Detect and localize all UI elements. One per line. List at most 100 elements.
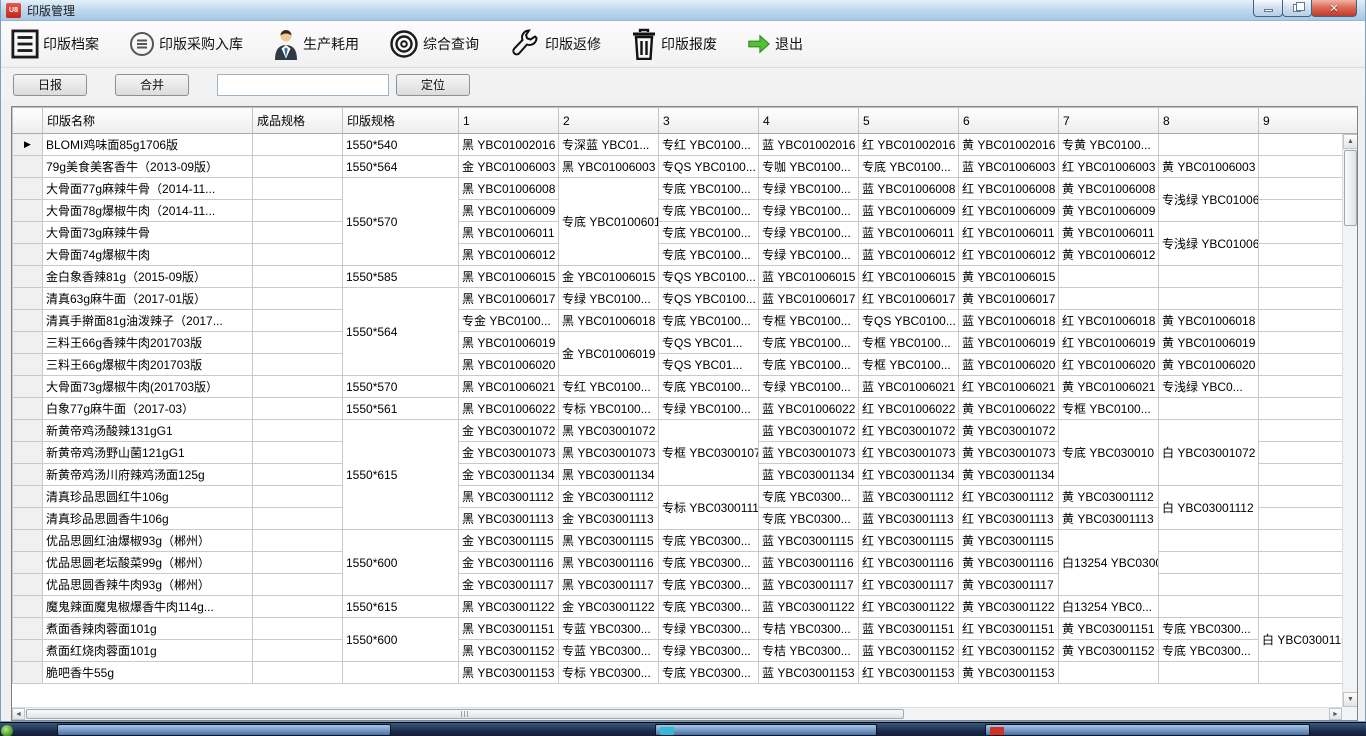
table-cell[interactable]: 红 YBC01006008 — [959, 178, 1059, 200]
table-cell[interactable]: 黑 YBC03001153 — [459, 662, 559, 684]
column-header[interactable]: 5 — [859, 108, 959, 134]
table-cell[interactable]: 蓝 YBC03001073 — [759, 442, 859, 464]
table-cell[interactable]: 专红 YBC0100... — [559, 376, 659, 398]
selector-header[interactable] — [13, 108, 43, 134]
table-cell[interactable] — [253, 662, 343, 684]
table-cell[interactable]: 红 YBC03001073 — [859, 442, 959, 464]
table-cell[interactable]: 黑 YBC03001151 — [459, 618, 559, 640]
table-cell[interactable]: 蓝 YBC01006015 — [759, 266, 859, 288]
row-selector[interactable] — [13, 200, 43, 222]
table-cell[interactable] — [1159, 596, 1259, 618]
table-cell[interactable] — [253, 420, 343, 442]
table-cell[interactable]: 红 YBC01006003 — [1059, 156, 1159, 178]
table-cell[interactable]: 蓝 YBC01006003 — [959, 156, 1059, 178]
table-cell[interactable]: 黄 YBC01006015 — [959, 266, 1059, 288]
table-cell[interactable]: 专绿 YBC0100... — [759, 222, 859, 244]
table-cell[interactable]: 专底 YBC0300... — [659, 552, 759, 574]
table-cell[interactable] — [253, 354, 343, 376]
row-selector[interactable] — [13, 178, 43, 200]
table-cell[interactable]: 蓝 YBC03001153 — [759, 662, 859, 684]
table-cell[interactable]: 红 YBC03001113 — [959, 508, 1059, 530]
row-selector[interactable] — [13, 376, 43, 398]
table-cell[interactable]: 优品思圆红油爆椒93g（郴州） — [43, 530, 253, 552]
table-cell[interactable]: 黄 YBC03001122 — [959, 596, 1059, 618]
toolbar-item-query[interactable]: 综合查询 — [389, 29, 479, 59]
table-cell[interactable]: 金 YBC03001073 — [459, 442, 559, 464]
row-selector[interactable] — [13, 266, 43, 288]
table-cell[interactable]: 蓝 YBC03001122 — [759, 596, 859, 618]
table-cell[interactable]: 金 YBC03001122 — [559, 596, 659, 618]
table-cell[interactable]: 黄 YBC01006020 — [1159, 354, 1259, 376]
table-cell[interactable]: 1550*570 — [343, 178, 459, 266]
table-cell[interactable]: 专标 YBC0100... — [559, 398, 659, 420]
vertical-scrollbar[interactable]: ▲ ▼ — [1342, 134, 1357, 707]
table-cell[interactable]: 专底 YBC0300... — [759, 508, 859, 530]
table-cell[interactable]: 红 YBC01002016 — [859, 134, 959, 156]
table-cell[interactable]: 蓝 YBC03001115 — [759, 530, 859, 552]
table-cell[interactable]: 金 YBC03001134 — [459, 464, 559, 486]
table-cell[interactable]: 专底 YBC0100... — [759, 354, 859, 376]
table-cell[interactable]: 红 YBC01006011 — [959, 222, 1059, 244]
table-cell[interactable]: 蓝 YBC03001134 — [759, 464, 859, 486]
table-cell[interactable]: 蓝 YBC01006012 — [859, 244, 959, 266]
table-cell[interactable]: 煮面红烧肉蓉面101g — [43, 640, 253, 662]
table-cell[interactable]: 脆吧香牛55g — [43, 662, 253, 684]
table-cell[interactable]: 金 YBC03001113 — [559, 508, 659, 530]
table-cell[interactable]: 黄 YBC03001073 — [959, 442, 1059, 464]
table-cell[interactable]: 蓝 YBC01006020 — [959, 354, 1059, 376]
table-cell[interactable]: 黄 YBC03001116 — [959, 552, 1059, 574]
table-cell[interactable] — [1059, 266, 1159, 288]
table-cell[interactable]: 1550*540 — [343, 134, 459, 156]
table-cell[interactable]: 专底 YBC0300... — [1159, 640, 1259, 662]
table-cell[interactable]: 红 YBC01006020 — [1059, 354, 1159, 376]
table-cell[interactable]: 黑 YBC03001113 — [459, 508, 559, 530]
table-cell[interactable]: 专底 YBC01006011 — [559, 178, 659, 266]
table-cell[interactable]: 黑 YBC01006009 — [459, 200, 559, 222]
table-cell[interactable]: 金 YBC03001072 — [459, 420, 559, 442]
table-cell[interactable]: 蓝 YBC01006018 — [959, 310, 1059, 332]
table-cell[interactable] — [253, 640, 343, 662]
table-cell[interactable]: 红 YBC03001112 — [959, 486, 1059, 508]
column-header[interactable]: 4 — [759, 108, 859, 134]
toolbar-item-repair[interactable]: 印版返修 — [509, 28, 601, 60]
scroll-up-arrow-icon[interactable]: ▲ — [1343, 134, 1358, 149]
table-cell[interactable]: 专绿 YBC0100... — [759, 200, 859, 222]
table-cell[interactable]: 蓝 YBC03001113 — [859, 508, 959, 530]
table-cell[interactable]: 红 YBC01006009 — [959, 200, 1059, 222]
table-cell[interactable]: 黄 YBC03001151 — [1059, 618, 1159, 640]
table-cell[interactable]: 红 YBC01006021 — [959, 376, 1059, 398]
table-cell[interactable] — [253, 266, 343, 288]
table-cell[interactable] — [253, 244, 343, 266]
table-cell[interactable]: 红 YBC01006018 — [1059, 310, 1159, 332]
table-cell[interactable]: 黑 YBC03001112 — [459, 486, 559, 508]
table-cell[interactable]: 1550*564 — [343, 156, 459, 178]
daily-report-button[interactable]: 日报 — [13, 74, 87, 96]
table-cell[interactable]: 蓝 YBC01006011 — [859, 222, 959, 244]
toolbar-item-exit[interactable]: 退出 — [747, 34, 803, 54]
table-cell[interactable]: 蓝 YBC03001151 — [859, 618, 959, 640]
table-cell[interactable]: 黑 YBC01006021 — [459, 376, 559, 398]
table-cell[interactable]: 蓝 YBC03001117 — [759, 574, 859, 596]
table-cell[interactable]: 专框 YBC0100... — [759, 310, 859, 332]
table-cell[interactable]: 专QS YBC01... — [659, 332, 759, 354]
table-cell[interactable]: 清真珍品思圆红牛106g — [43, 486, 253, 508]
table-cell[interactable]: 专绿 YBC0100... — [559, 288, 659, 310]
table-cell[interactable]: 1550*561 — [343, 398, 459, 420]
table-cell[interactable]: 黄 YBC01006011 — [1059, 222, 1159, 244]
table-cell[interactable]: 专底 YBC0100... — [859, 156, 959, 178]
table-cell[interactable]: 黄 YBC01006022 — [959, 398, 1059, 420]
table-cell[interactable]: 红 YBC01006012 — [959, 244, 1059, 266]
table-cell[interactable]: 新黄帝鸡汤川府辣鸡汤面125g — [43, 464, 253, 486]
row-selector[interactable] — [13, 354, 43, 376]
toolbar-item-purchase[interactable]: 印版采购入库 — [129, 31, 243, 57]
table-cell[interactable]: 金 YBC03001116 — [459, 552, 559, 574]
table-cell[interactable]: 专浅绿 YBC0... — [1159, 376, 1259, 398]
table-cell[interactable]: 蓝 YBC01006019 — [959, 332, 1059, 354]
table-cell[interactable]: 煮面香辣肉蓉面101g — [43, 618, 253, 640]
table-cell[interactable]: 专底 YBC0300... — [659, 574, 759, 596]
table-cell[interactable] — [253, 530, 343, 552]
table-cell[interactable]: 红 YBC01006015 — [859, 266, 959, 288]
row-selector[interactable] — [13, 310, 43, 332]
table-cell[interactable] — [253, 200, 343, 222]
vertical-scroll-thumb[interactable] — [1344, 150, 1357, 226]
